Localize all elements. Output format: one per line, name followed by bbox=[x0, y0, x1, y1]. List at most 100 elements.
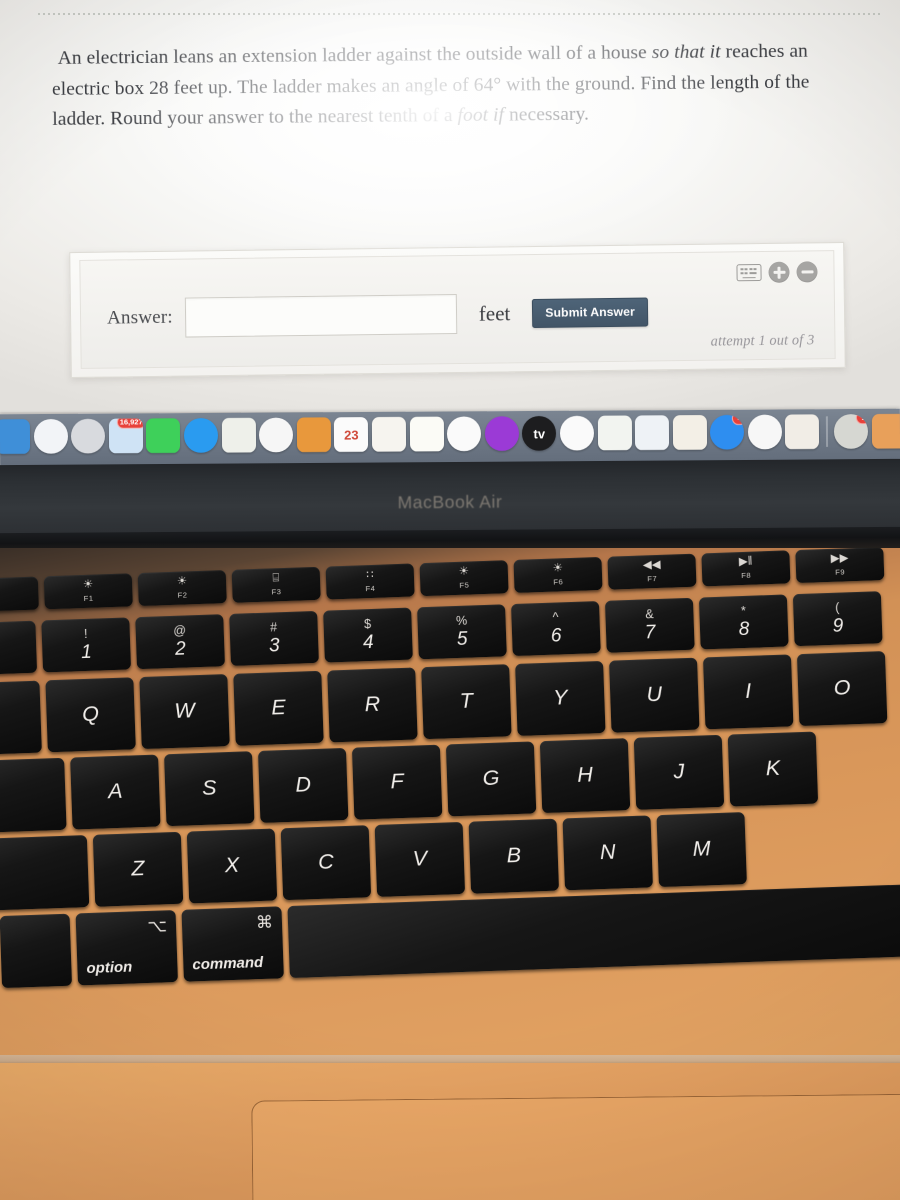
key-primary-glyph: J bbox=[673, 759, 685, 784]
key-6[interactable]: ^ 6 bbox=[511, 601, 601, 657]
dock-item-notes[interactable] bbox=[296, 417, 331, 453]
dock-item-books[interactable] bbox=[785, 414, 820, 450]
dock-item-reminders[interactable] bbox=[409, 416, 444, 452]
key-X[interactable]: X bbox=[186, 828, 278, 904]
key-F[interactable]: F bbox=[351, 744, 443, 820]
dock-item-chrome[interactable] bbox=[747, 414, 782, 450]
launchpad-icon: ∷ bbox=[366, 569, 374, 582]
dock-item-system-preferences[interactable]: 1 bbox=[834, 414, 869, 449]
question-line-1: An electrician leans an extension ladder… bbox=[57, 42, 652, 69]
dock-item-photos[interactable] bbox=[259, 417, 294, 453]
key-T[interactable]: T bbox=[421, 664, 512, 740]
fast-forward-icon: ▶▶ bbox=[830, 552, 849, 566]
keyboard-icon[interactable] bbox=[736, 264, 762, 282]
key-esc[interactable] bbox=[0, 576, 39, 612]
zoom-out-icon[interactable] bbox=[796, 261, 818, 283]
key-G[interactable]: G bbox=[445, 741, 537, 817]
key-spacebar[interactable] bbox=[287, 883, 900, 979]
key-option[interactable]: ⌥ option bbox=[75, 909, 178, 986]
dock-item-contacts[interactable] bbox=[371, 416, 407, 452]
dock-item-numbers[interactable] bbox=[597, 415, 632, 451]
dock-item-mail[interactable]: 16,927 bbox=[108, 418, 143, 454]
key-O[interactable]: O bbox=[796, 651, 888, 727]
dock-item-launchpad[interactable] bbox=[71, 418, 106, 454]
key-J[interactable]: J bbox=[633, 734, 725, 810]
dock-item-podcasts[interactable] bbox=[484, 416, 519, 452]
dock-item-apple-tv[interactable]: tv bbox=[522, 415, 557, 451]
answer-row: Answer: feet Submit Answer bbox=[107, 292, 649, 339]
key-R[interactable]: R bbox=[327, 667, 418, 743]
key-U[interactable]: U bbox=[609, 657, 700, 733]
dock-item-pages[interactable] bbox=[672, 415, 707, 450]
dock-item-app-store[interactable]: 4 bbox=[710, 414, 745, 450]
key-label: F2 bbox=[177, 590, 188, 600]
key-S[interactable]: S bbox=[164, 751, 255, 827]
key-f7[interactable]: ◀◀ F7 bbox=[607, 553, 697, 590]
key-I[interactable]: I bbox=[702, 654, 794, 730]
key-M[interactable]: M bbox=[656, 812, 747, 888]
dock-item-news[interactable] bbox=[559, 415, 594, 451]
answer-input[interactable] bbox=[184, 294, 458, 338]
key-D[interactable]: D bbox=[257, 747, 349, 823]
key-primary-glyph: G bbox=[482, 765, 500, 791]
dock-item-facetime[interactable] bbox=[146, 418, 181, 454]
dock-item-messages[interactable] bbox=[183, 417, 219, 453]
key-A[interactable]: A bbox=[70, 754, 161, 830]
keyboard-bright-icon: ☀ bbox=[552, 562, 564, 575]
key-K[interactable]: K bbox=[727, 731, 819, 807]
dock-item-safari[interactable] bbox=[33, 418, 68, 454]
key-f1[interactable]: ☀ F1 bbox=[43, 573, 133, 610]
dock-item-calendar[interactable]: 23 bbox=[334, 417, 369, 452]
dock-item-maps[interactable] bbox=[221, 417, 256, 453]
key-command[interactable]: ⌘ command bbox=[181, 906, 284, 982]
key-C[interactable]: C bbox=[280, 825, 372, 901]
key-1[interactable]: ! 1 bbox=[41, 617, 132, 673]
trackpad[interactable] bbox=[251, 1093, 900, 1200]
key-5[interactable]: % 5 bbox=[417, 604, 507, 660]
key-Y[interactable]: Y bbox=[515, 660, 606, 736]
key-B[interactable]: B bbox=[468, 818, 560, 894]
key-H[interactable]: H bbox=[539, 738, 631, 814]
key-shift-glyph: % bbox=[455, 613, 468, 628]
key-E[interactable]: E bbox=[233, 670, 324, 746]
rewind-icon: ◀◀ bbox=[642, 559, 661, 572]
key-3[interactable]: #3 bbox=[229, 610, 319, 666]
key-tab[interactable] bbox=[0, 680, 42, 756]
key-Q[interactable]: Q bbox=[45, 677, 136, 753]
key-f4[interactable]: ∷ F4 bbox=[325, 563, 415, 600]
command-symbol-icon: ⌘ bbox=[255, 912, 274, 933]
option-symbol-icon: ⌥ bbox=[147, 916, 168, 936]
key-f3[interactable]: ⌸ F3 bbox=[231, 566, 321, 603]
key-N[interactable]: N bbox=[562, 815, 653, 891]
key-V[interactable]: V bbox=[374, 821, 466, 897]
brightness-down-icon: ☀ bbox=[82, 578, 94, 592]
key-f9[interactable]: ▶▶ F9 bbox=[795, 548, 885, 584]
key-caps-lock[interactable] bbox=[0, 757, 67, 834]
key-primary-glyph: H bbox=[576, 762, 594, 788]
key-9[interactable]: (9 bbox=[792, 591, 883, 647]
dock-item-garageband[interactable] bbox=[871, 413, 900, 449]
key-shift-left[interactable] bbox=[0, 835, 90, 912]
key-f8[interactable]: ▶‖ F8 bbox=[701, 550, 791, 587]
question-line-4: necessary. bbox=[508, 103, 590, 126]
submit-answer-button[interactable]: Submit Answer bbox=[532, 297, 649, 328]
key-primary-glyph: Z bbox=[131, 856, 145, 881]
key-7[interactable]: & 7 bbox=[604, 597, 695, 653]
key-control[interactable] bbox=[0, 913, 73, 989]
key-primary-glyph: F bbox=[390, 769, 405, 794]
key-f5[interactable]: ☀ F5 bbox=[419, 560, 509, 597]
key-2[interactable]: @2 bbox=[135, 614, 225, 670]
key-label: F4 bbox=[365, 583, 376, 593]
key-f2[interactable]: ☀ F2 bbox=[137, 570, 227, 607]
key-W[interactable]: W bbox=[139, 674, 230, 750]
key-backtick[interactable] bbox=[0, 620, 38, 675]
mission-control-icon: ⌸ bbox=[272, 572, 280, 585]
key-f6[interactable]: ☀ F6 bbox=[513, 556, 603, 593]
dock-item-keynote[interactable] bbox=[634, 415, 670, 451]
key-Z[interactable]: Z bbox=[92, 831, 184, 907]
dock-item-finder[interactable] bbox=[0, 419, 31, 455]
key-8[interactable]: * 8 bbox=[698, 594, 789, 650]
zoom-in-icon[interactable] bbox=[768, 261, 790, 283]
key-4[interactable]: $4 bbox=[323, 607, 413, 663]
dock-item-music[interactable] bbox=[446, 416, 482, 452]
